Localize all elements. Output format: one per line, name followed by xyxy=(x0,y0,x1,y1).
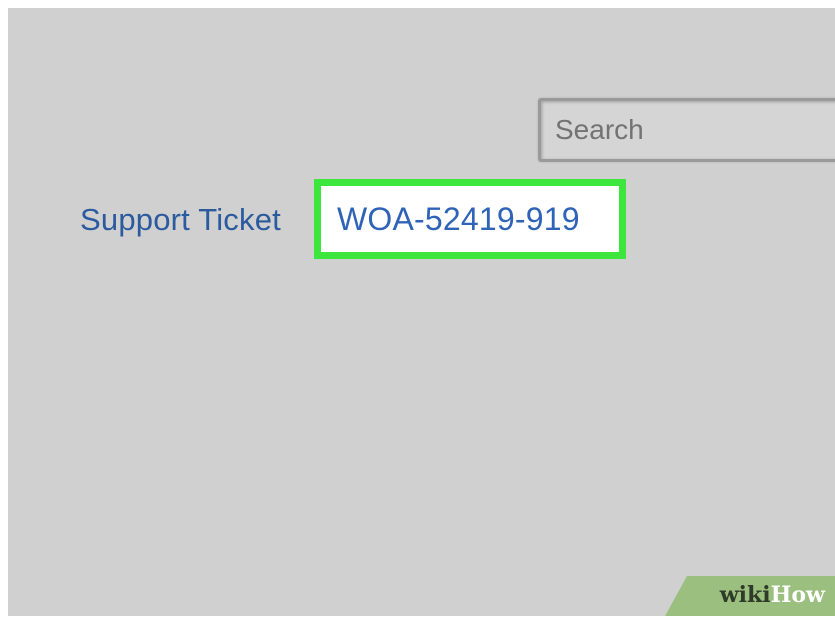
search-input[interactable] xyxy=(541,101,835,159)
watermark-how: How xyxy=(770,582,825,608)
watermark-wiki: wiki xyxy=(719,582,771,608)
search-box[interactable] xyxy=(538,98,835,162)
screenshot-frame: Support Ticket WOA-52419-919 wikiHow xyxy=(8,8,835,616)
watermark-logo-text: wikiHow xyxy=(720,582,825,608)
support-ticket-label: Support Ticket xyxy=(80,202,281,237)
wikihow-watermark: wikiHow xyxy=(665,576,835,616)
ticket-number-link[interactable]: WOA-52419-919 xyxy=(337,201,580,238)
ticket-number-highlight: WOA-52419-919 xyxy=(314,179,626,259)
